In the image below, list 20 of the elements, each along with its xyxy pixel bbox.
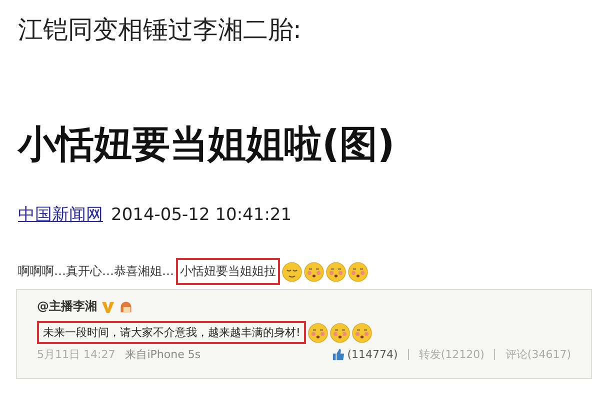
emoticon-icon — [330, 322, 350, 342]
source-link[interactable]: 中国新闻网 — [18, 203, 103, 226]
badge-icon — [119, 300, 133, 314]
highlighted-text: 未来一段时间，请大家不介意我，越来越丰满的身材! — [37, 321, 306, 344]
article-headline: 小恬妞要当姐姐啦(图) — [18, 121, 396, 167]
post-text: 啊啊啊…真开心…恭喜湘姐… — [17, 263, 175, 280]
emoticon-icon — [326, 262, 346, 282]
post-source: 来自iPhone 5s — [125, 347, 201, 362]
emoticon-icon — [304, 262, 324, 282]
article-subtitle: 江铠同变相锤过李湘二胎: — [18, 14, 302, 46]
like-button[interactable]: (114774) — [332, 348, 398, 361]
emoticon-icon — [348, 262, 368, 282]
emoticon-icon — [282, 262, 302, 282]
thumbs-up-icon — [332, 348, 346, 361]
publish-datetime: 2014-05-12 10:41:21 — [111, 205, 292, 225]
emoticon-icon — [308, 322, 328, 342]
emoticon-icon — [352, 322, 372, 342]
highlighted-text: 小恬妞要当姐姐拉 — [176, 258, 280, 285]
author-link[interactable]: @主播李湘 — [37, 298, 97, 315]
post-date: 5月11日 14:27 — [37, 347, 116, 362]
